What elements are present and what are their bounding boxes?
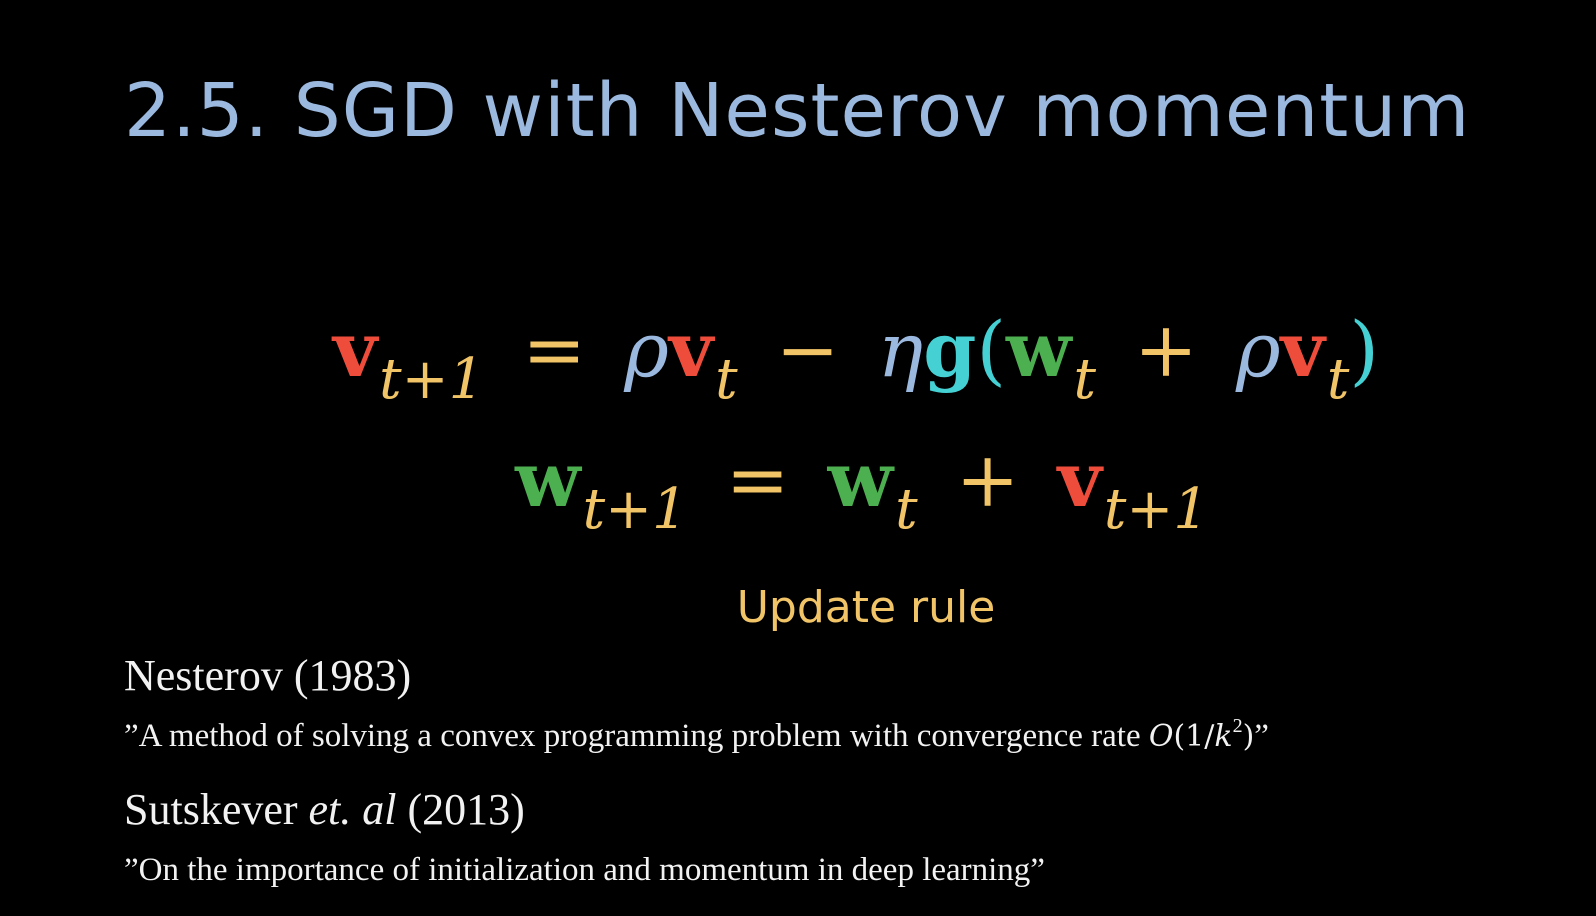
eta-symbol: η	[877, 305, 924, 394]
slide: 2.5. SGD with Nesterov momentum vt+1 = ρ…	[0, 0, 1596, 916]
slide-title: 2.5. SGD with Nesterov momentum	[124, 68, 1471, 154]
reference-title: ”On the importance of initialization and…	[124, 852, 1045, 888]
velocity-symbol: v	[332, 305, 378, 394]
reference-heading: Sutskever et. al (2013)	[124, 784, 525, 835]
plus-sign: +	[1134, 305, 1198, 394]
math-close: )	[1242, 719, 1255, 754]
math-open: (1/	[1173, 719, 1215, 754]
gradient-symbol: g	[923, 305, 977, 394]
velocity-symbol: v	[1057, 435, 1102, 524]
exponent: 2	[1232, 715, 1243, 737]
velocity-subscript: t+1	[1103, 477, 1209, 542]
equals-sign: =	[522, 305, 587, 394]
reference-author: Sutskever	[124, 785, 298, 834]
velocity-subscript: t	[1326, 347, 1350, 412]
big-o-symbol: O	[1148, 719, 1174, 754]
weight-subscript: t	[895, 477, 918, 542]
reference-year: (1983)	[293, 651, 412, 700]
velocity-symbol: v	[668, 305, 714, 394]
reference-title-text: ”A method of solving a convex programmin…	[124, 718, 1149, 754]
weight-symbol: w	[515, 435, 581, 524]
plus-sign: +	[955, 435, 1020, 524]
reference-etal: et. al	[308, 785, 397, 834]
reference-author: Nesterov	[124, 651, 283, 700]
velocity-update-equation: vt+1 = ρvt − ηg(wt + ρvt)	[0, 312, 1596, 408]
reference-year: (2013)	[407, 785, 525, 834]
velocity-subscript: t	[715, 347, 738, 412]
k-symbol: k	[1214, 719, 1233, 754]
closing-quote: ”	[1254, 718, 1269, 754]
rho-symbol: ρ	[1235, 305, 1281, 394]
velocity-subscript: t+1	[379, 347, 485, 412]
equals-sign: =	[725, 435, 790, 524]
velocity-symbol: v	[1280, 305, 1325, 394]
weight-symbol: w	[1006, 305, 1072, 394]
close-paren: )	[1349, 305, 1380, 394]
reference-heading: Nesterov (1983)	[124, 650, 411, 701]
equation-caption: Update rule	[736, 582, 996, 633]
weight-subscript: t	[1073, 347, 1096, 412]
open-paren: (	[976, 305, 1006, 394]
minus-sign: −	[775, 305, 840, 394]
weight-symbol: w	[827, 435, 894, 524]
weight-update-equation: wt+1 = wt + vt+1	[0, 442, 1596, 538]
reference-title: ”A method of solving a convex programmin…	[124, 715, 1269, 755]
weight-subscript: t+1	[582, 477, 688, 542]
rho-symbol: ρ	[624, 305, 669, 394]
